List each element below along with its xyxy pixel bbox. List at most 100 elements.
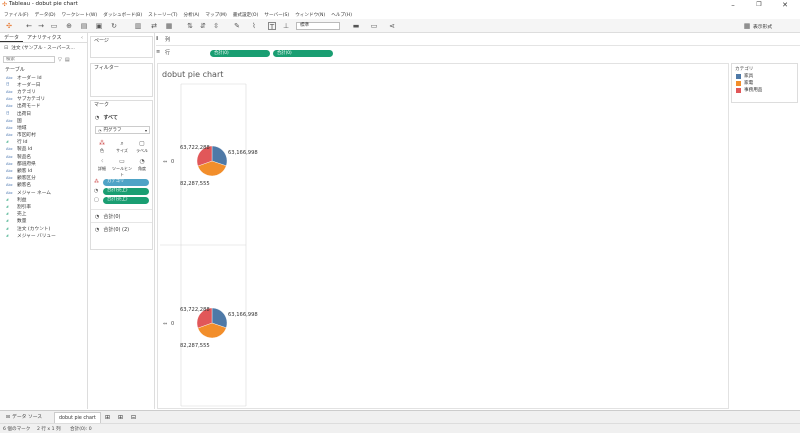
- row-pill-sum2[interactable]: 合計(0): [273, 50, 333, 57]
- rows-shelf[interactable]: ≡ 行 合計(0) 合計(0): [156, 48, 800, 58]
- clear-sheet-icon[interactable]: ▥: [134, 22, 142, 30]
- save-icon[interactable]: ▭: [50, 22, 58, 30]
- close-icon[interactable]: ✕: [772, 0, 798, 10]
- share-icon[interactable]: ⋖: [388, 22, 396, 30]
- field-measure-names[interactable]: Abc メジャー ネーム: [0, 189, 87, 196]
- menu-analysis[interactable]: 分析(A): [184, 12, 200, 18]
- menu-format[interactable]: 書式設定(O): [233, 12, 259, 18]
- field-city[interactable]: Abc 市区町村: [0, 132, 87, 139]
- label-toggle-icon[interactable]: T: [268, 22, 276, 31]
- marks-all-row[interactable]: ◔ すべて: [95, 114, 118, 122]
- tab-analytics[interactable]: アナリティクス: [23, 34, 65, 41]
- data-source-tab[interactable]: ⊟ データ ソース: [2, 412, 46, 423]
- sum-marks-row[interactable]: ◔ 合計(0): [95, 213, 120, 221]
- new-datasource-icon[interactable]: ⊕: [65, 22, 73, 30]
- field-ship-mode[interactable]: Abc 出荷モード: [0, 103, 87, 110]
- field-sales[interactable]: # 売上: [0, 211, 87, 218]
- field-customer-name[interactable]: Abc 顧客名: [0, 182, 87, 189]
- sort-icon[interactable]: ⇳: [212, 22, 220, 30]
- data-source-row[interactable]: ⊟ 注文 (サンプル - スーパース...: [0, 43, 87, 53]
- field-measure-values[interactable]: # メジャー バリュー: [0, 232, 87, 239]
- sales-angle-pill[interactable]: 合計(売上): [103, 188, 149, 195]
- tooltip-button[interactable]: ▭ ツールヒント: [112, 158, 132, 177]
- filter-icon[interactable]: ▽: [58, 57, 62, 63]
- mark-type-select[interactable]: ◔ 円グラフ ▾: [95, 126, 150, 134]
- size-button[interactable]: ⌕ サイズ: [112, 140, 132, 154]
- collapse-pane-icon[interactable]: ‹: [77, 35, 87, 41]
- view-options-icon[interactable]: ▤: [65, 57, 70, 63]
- sort-desc-icon[interactable]: ⇵: [199, 22, 207, 30]
- sum2-marks-row[interactable]: ◔ 合計(0) (2): [95, 226, 129, 234]
- menu-help[interactable]: ヘルプ(H): [331, 12, 352, 18]
- tableau-home-icon[interactable]: ✣: [5, 22, 13, 30]
- field-search-input[interactable]: [3, 56, 55, 63]
- color-legend[interactable]: カテゴリ 家具 家電 事務用品: [731, 63, 798, 103]
- menu-data[interactable]: データ(D): [35, 12, 56, 18]
- menu-file[interactable]: ファイル(F): [4, 12, 29, 18]
- sheet-tab-active[interactable]: dobut pie chart: [54, 412, 101, 423]
- detail-button[interactable]: ⁖ 詳細: [92, 158, 112, 172]
- field-profit[interactable]: # 利益: [0, 196, 87, 203]
- legend-item[interactable]: 事務用品: [736, 87, 762, 93]
- axis-handle-icon[interactable]: ⇔: [163, 159, 167, 165]
- columns-shelf[interactable]: ⦀ 列: [156, 35, 800, 44]
- category-pill[interactable]: カテゴリ: [103, 179, 149, 186]
- field-subcategory[interactable]: Abc サブカテゴリ: [0, 96, 87, 103]
- undo-icon[interactable]: ←: [25, 22, 33, 30]
- field-customer-id[interactable]: Abc 顧客 Id: [0, 167, 87, 174]
- filters-card[interactable]: フィルター: [90, 63, 153, 97]
- presentation-icon[interactable]: ▭: [370, 22, 378, 30]
- field-row-id[interactable]: # 行 Id: [0, 139, 87, 146]
- pages-card[interactable]: ページ: [90, 36, 153, 58]
- label-button[interactable]: ▢ ラベル: [132, 140, 152, 154]
- color-button[interactable]: ⁂ 色: [92, 140, 112, 154]
- field-order-date[interactable]: 日 オーダー日: [0, 81, 87, 88]
- field-product-name[interactable]: Abc 製品名: [0, 153, 87, 160]
- duplicate-sheet-icon[interactable]: ▣: [95, 22, 103, 30]
- new-dashboard-icon[interactable]: ⊞: [114, 412, 127, 423]
- field-customer-segment[interactable]: Abc 顧客区分: [0, 175, 87, 182]
- tab-data[interactable]: データ: [0, 34, 24, 42]
- sort-asc-icon[interactable]: ⇅: [186, 22, 194, 30]
- paperclip-icon[interactable]: ⌇: [250, 22, 258, 30]
- field-type-icon: Abc: [6, 190, 13, 195]
- toolbar: ✣ ← → ▭ ⊕ ▤ ▣ ↻ ▥ ⇄ ▦ ⇅ ⇵ ⇳ ✎ ⌇ T ⊥ 標準 ▬…: [0, 19, 800, 33]
- field-order-id[interactable]: Abc オーダー Id: [0, 74, 87, 81]
- row-pill-sum1[interactable]: 合計(0): [210, 50, 270, 57]
- field-prefecture[interactable]: Abc 都道府県: [0, 160, 87, 167]
- field-discount[interactable]: # 割引率: [0, 203, 87, 210]
- field-ship-date[interactable]: 日 出荷日: [0, 110, 87, 117]
- pin-icon[interactable]: ⊥: [282, 22, 290, 30]
- new-sheet-icon[interactable]: ▤: [80, 22, 88, 30]
- new-worksheet-icon[interactable]: ⊞: [101, 412, 114, 423]
- field-region[interactable]: Abc 地域: [0, 124, 87, 131]
- sales-label-pill[interactable]: 合計(売上): [103, 197, 149, 204]
- menu-story[interactable]: ストーリー(T): [148, 12, 177, 18]
- redo-icon[interactable]: →: [37, 22, 45, 30]
- field-product-id[interactable]: Abc 製品 Id: [0, 146, 87, 153]
- axis-handle-icon[interactable]: ⇔: [163, 321, 167, 327]
- restore-icon[interactable]: ❐: [746, 0, 772, 10]
- new-story-icon[interactable]: ⊟: [127, 412, 140, 423]
- field-quantity[interactable]: # 数量: [0, 218, 87, 225]
- angle-button[interactable]: ◔ 角度: [132, 158, 152, 172]
- field-category[interactable]: Abc カテゴリ: [0, 88, 87, 95]
- field-order-count[interactable]: # 注文 (カウント): [0, 225, 87, 232]
- show-cards-icon[interactable]: ▬: [352, 22, 360, 30]
- highlight-icon[interactable]: ✎: [233, 22, 241, 30]
- show-me-button[interactable]: 表示形式: [753, 23, 772, 30]
- swap-icon[interactable]: ⇄: [150, 22, 158, 30]
- field-country[interactable]: Abc 国: [0, 117, 87, 124]
- minimize-icon[interactable]: –: [720, 0, 746, 10]
- legend-item[interactable]: 家具: [736, 73, 753, 79]
- menu-server[interactable]: サーバー(S): [264, 12, 289, 18]
- refresh-icon[interactable]: ↻: [110, 22, 118, 30]
- menu-worksheet[interactable]: ワークシート(W): [62, 12, 98, 18]
- show-me-icon[interactable]: ▦: [743, 22, 751, 30]
- menu-window[interactable]: ウィンドウ(N): [295, 12, 325, 18]
- legend-item[interactable]: 家電: [736, 80, 753, 86]
- menu-map[interactable]: マップ(M): [205, 12, 226, 18]
- fit-select[interactable]: 標準: [296, 22, 340, 30]
- group-icon[interactable]: ▦: [165, 22, 173, 30]
- menu-dashboard[interactable]: ダッシュボード(B): [103, 12, 142, 18]
